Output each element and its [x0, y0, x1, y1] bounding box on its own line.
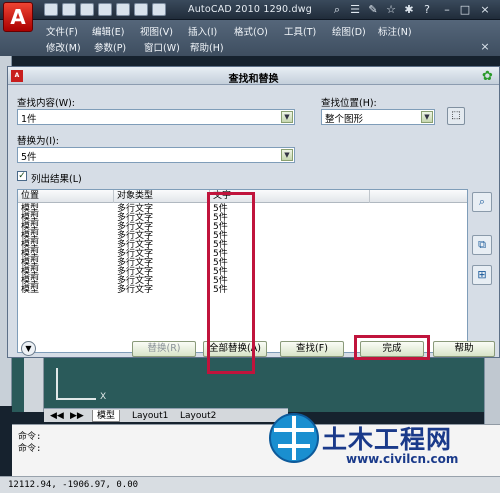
tab-layout1[interactable]: Layout1: [128, 410, 172, 422]
redo-icon[interactable]: [116, 3, 130, 16]
selection-set-icon: ⧉: [478, 238, 486, 251]
draw-tool-column: [24, 356, 44, 412]
menu-draw[interactable]: 绘图(D): [332, 24, 366, 38]
drawing-canvas[interactable]: [12, 356, 500, 412]
menu-parametric[interactable]: 参数(P): [94, 40, 126, 54]
replace-input-value[interactable]: 5件: [21, 149, 37, 163]
row-object-type: 多行文字: [117, 285, 154, 295]
dialog-title: 查找和替换: [228, 74, 279, 85]
find-where-value: 整个图形: [325, 114, 364, 125]
list-results-checkbox[interactable]: ✓: [17, 171, 27, 181]
print-icon[interactable]: [134, 3, 148, 16]
zoom-magnifier-icon: ⌕: [478, 195, 486, 208]
chevron-double-down-icon: ▼: [25, 344, 32, 353]
find-label: 查找内容(W):: [17, 98, 76, 109]
maximize-icon[interactable]: □: [458, 3, 472, 17]
chevron-down-icon[interactable]: ▼: [421, 111, 433, 123]
help-icon[interactable]: ?: [420, 3, 434, 17]
menu-insert[interactable]: 插入(I): [188, 24, 217, 38]
text-column-highlight-box: [207, 192, 255, 374]
close-icon[interactable]: ×: [478, 3, 492, 17]
app-titlebar: AutoCAD 2010 1290.dwg ⌕ ☰ ✎ ☆ ✱ ? – □ ×: [0, 0, 500, 20]
menu-view[interactable]: 视图(V): [140, 24, 173, 38]
replace-button[interactable]: 替换(R): [132, 341, 196, 357]
ucs-x-label: X: [100, 392, 107, 402]
new-file-icon[interactable]: [44, 3, 58, 16]
menu-format[interactable]: 格式(O): [234, 24, 268, 38]
dialog-titlebar[interactable]: A 查找和替换 ✿: [8, 67, 499, 85]
menu-modify[interactable]: 修改(M): [46, 40, 81, 54]
autocad-status-icon: ✿: [482, 69, 493, 84]
watermark-text: 土木工程网: [322, 425, 453, 454]
app-title: AutoCAD 2010 1290.dwg: [188, 4, 312, 15]
watermark-url: www.civilcn.com: [346, 452, 459, 466]
menu-window[interactable]: 窗口(W): [144, 40, 180, 54]
layout-tabs: ◀◀ ▶▶ 模型 Layout1 Layout2: [44, 408, 288, 422]
create-selection-set-all-button[interactable]: ⊞: [472, 265, 492, 285]
tab-nav-next[interactable]: ▶▶: [66, 410, 88, 422]
replace-label: 替换为(I):: [17, 136, 59, 147]
find-where-select[interactable]: 整个图形 ▼: [321, 109, 435, 125]
chevron-down-icon[interactable]: ▼: [281, 149, 293, 161]
column-object-type[interactable]: 对象类型: [114, 190, 210, 203]
cursor-coordinates: 12112.94, -1906.97, 0.00: [8, 480, 139, 490]
help-button[interactable]: 帮助: [433, 341, 495, 357]
favorites-icon[interactable]: ☆: [384, 3, 398, 17]
tab-layout2[interactable]: Layout2: [176, 410, 220, 422]
tab-nav-first[interactable]: ◀◀: [46, 410, 68, 422]
select-objects-icon: ⬚: [451, 110, 461, 121]
menubar: 文件(F) 编辑(E) 视图(V) 插入(I) 格式(O) 工具(T) 绘图(D…: [0, 20, 500, 56]
menu-help[interactable]: 帮助(H): [190, 40, 224, 54]
menu-dimension[interactable]: 标注(N): [378, 24, 412, 38]
open-file-icon[interactable]: [62, 3, 76, 16]
find-where-label: 查找位置(H):: [321, 98, 377, 109]
right-toolbar: [484, 356, 500, 428]
settings-icon[interactable]: ✱: [402, 3, 416, 17]
ucs-y-axis: [56, 368, 58, 398]
autocad-logo[interactable]: A: [3, 2, 33, 32]
save-icon[interactable]: [80, 3, 94, 16]
select-objects-button[interactable]: ⬚: [447, 107, 465, 125]
tab-model[interactable]: 模型: [92, 410, 121, 422]
replace-combobox[interactable]: 5件 ▼: [17, 147, 295, 163]
find-input-value[interactable]: 1件: [21, 111, 37, 125]
ucs-x-axis: [56, 398, 96, 400]
undo-icon[interactable]: [98, 3, 112, 16]
command-prompt[interactable]: 命令:: [18, 441, 41, 454]
selection-set-all-icon: ⊞: [477, 268, 487, 281]
status-bar: 12112.94, -1906.97, 0.00: [0, 476, 500, 493]
find-button[interactable]: 查找(F): [280, 341, 344, 357]
expand-options-button[interactable]: ▼: [21, 341, 36, 356]
watermark-logo: [269, 413, 319, 463]
done-highlight-box: [354, 335, 430, 360]
create-selection-set-button[interactable]: ⧉: [472, 235, 492, 255]
binoculars-icon[interactable]: ⌕: [330, 3, 344, 17]
find-combobox[interactable]: 1件 ▼: [17, 109, 295, 125]
minimize-icon[interactable]: –: [440, 3, 454, 17]
tools-icon[interactable]: ✎: [366, 3, 380, 17]
zoom-to-highlighted-button[interactable]: ⌕: [472, 192, 492, 212]
row-location: 模型: [21, 285, 40, 295]
plot-icon[interactable]: [152, 3, 166, 16]
doc-close-icon[interactable]: ×: [478, 40, 492, 54]
menu-edit[interactable]: 编辑(E): [92, 24, 124, 38]
menu-file[interactable]: 文件(F): [46, 24, 78, 38]
find-replace-dialog: A 查找和替换 ✿ 查找内容(W): 1件 ▼ 查找位置(H): 整个图形 ▼ …: [7, 66, 500, 374]
list-results-label: 列出结果(L): [31, 174, 82, 185]
communication-icon[interactable]: ☰: [348, 3, 362, 17]
menu-tools[interactable]: 工具(T): [284, 24, 316, 38]
column-location[interactable]: 位置: [18, 190, 114, 203]
chevron-down-icon[interactable]: ▼: [281, 111, 293, 123]
